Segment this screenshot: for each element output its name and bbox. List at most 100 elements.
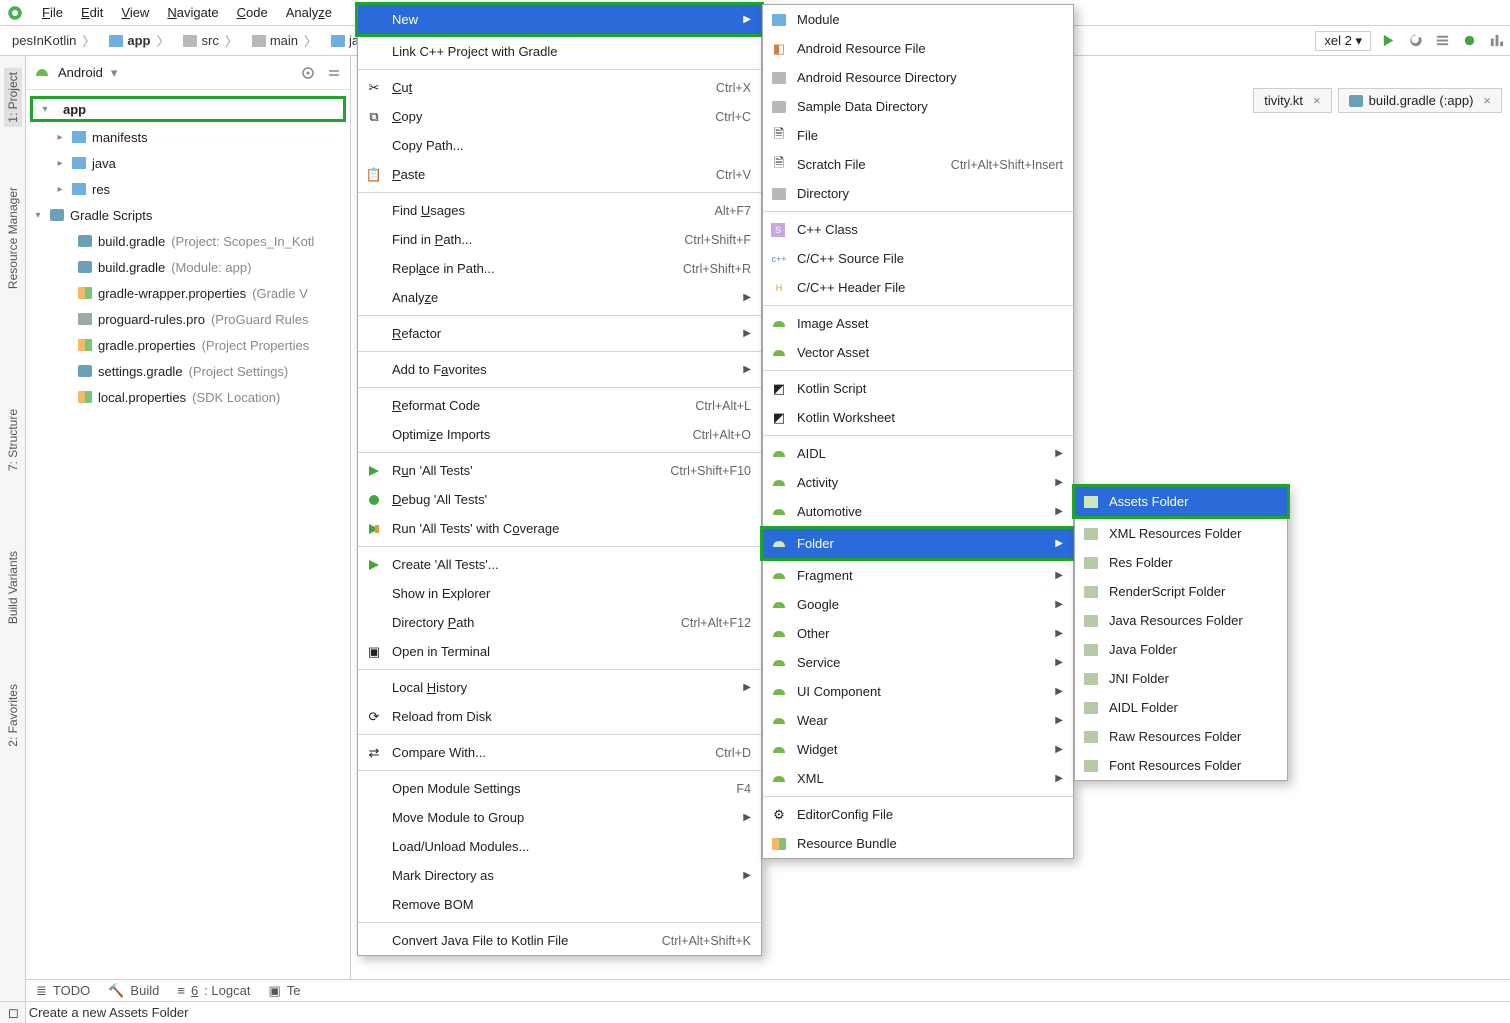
ctx-compare-with[interactable]: ⇄Compare With...Ctrl+D [358, 738, 761, 767]
ctx-local-history[interactable]: Local History▶ [358, 673, 761, 702]
new-editorconfig[interactable]: ⚙EditorConfig File [763, 800, 1073, 829]
new-file[interactable]: 🗎File [763, 121, 1073, 150]
menu-edit[interactable]: Edit [73, 2, 111, 23]
toolwindow-structure[interactable]: 7: Structure [6, 409, 20, 471]
new-cpp-class[interactable]: SC++ Class [763, 215, 1073, 244]
new-resource-bundle[interactable]: Resource Bundle [763, 829, 1073, 858]
tree-node-build-gradle-module[interactable]: build.gradle (Module: app) [26, 254, 350, 280]
project-view-mode[interactable]: Android [58, 65, 103, 80]
ctx-open-module-settings[interactable]: Open Module SettingsF4 [358, 774, 761, 803]
ctx-analyze[interactable]: Analyze▶ [358, 283, 761, 312]
chevron-down-icon[interactable]: ▾ [111, 65, 118, 81]
device-selector[interactable]: xel 2 ▾ [1315, 31, 1371, 51]
toolwindow-build-variants[interactable]: Build Variants [6, 551, 20, 624]
folder-jni[interactable]: JNI Folder [1075, 664, 1287, 693]
tree-node-res[interactable]: ▸res [26, 176, 350, 202]
ctx-cut[interactable]: ✂CutCtrl+X [358, 73, 761, 102]
tree-node-manifests[interactable]: ▸manifests [26, 124, 350, 150]
ctx-run-coverage[interactable]: Run 'All Tests' with Coverage [358, 514, 761, 543]
toolwindow-resource-manager[interactable]: Resource Manager [6, 187, 20, 289]
crumb-main[interactable]: main〉 [246, 31, 325, 50]
ctx-show-explorer[interactable]: Show in Explorer [358, 579, 761, 608]
ctx-copy[interactable]: ⧉CopyCtrl+C [358, 102, 761, 131]
folder-renderscript[interactable]: RenderScript Folder [1075, 577, 1287, 606]
new-ui-component[interactable]: UI Component▶ [763, 677, 1073, 706]
locate-icon[interactable] [300, 65, 316, 81]
tree-node-gradle-properties[interactable]: gradle.properties (Project Properties [26, 332, 350, 358]
ctx-mark-directory[interactable]: Mark Directory as▶ [358, 861, 761, 890]
menu-code[interactable]: Code [229, 2, 276, 23]
folder-java-resources[interactable]: Java Resources Folder [1075, 606, 1287, 635]
attach-debugger-icon[interactable] [1435, 33, 1450, 48]
editor-tab-gradle[interactable]: build.gradle (:app)× [1338, 88, 1502, 113]
ctx-paste[interactable]: 📋PasteCtrl+V [358, 160, 761, 189]
new-kotlin-worksheet[interactable]: ◩Kotlin Worksheet [763, 403, 1073, 432]
new-aidl[interactable]: AIDL▶ [763, 439, 1073, 468]
new-fragment[interactable]: Fragment▶ [763, 561, 1073, 590]
tree-node-local-properties[interactable]: local.properties (SDK Location) [26, 384, 350, 410]
chevron-down-icon[interactable]: ▾ [39, 104, 51, 115]
run-icon[interactable] [1381, 33, 1396, 48]
tree-node-java[interactable]: ▸java [26, 150, 350, 176]
ctx-run[interactable]: Run 'All Tests'Ctrl+Shift+F10 [358, 456, 761, 485]
new-xml[interactable]: XML▶ [763, 764, 1073, 793]
toolwindow-terminal[interactable]: ▣ Te [268, 983, 300, 999]
ctx-add-favorites[interactable]: Add to Favorites▶ [358, 355, 761, 384]
new-android-resource-file[interactable]: ◧Android Resource File [763, 34, 1073, 63]
new-service[interactable]: Service▶ [763, 648, 1073, 677]
ctx-refactor[interactable]: Refactor▶ [358, 319, 761, 348]
tree-node-gradle-wrapper[interactable]: gradle-wrapper.properties (Gradle V [26, 280, 350, 306]
ctx-move-module-group[interactable]: Move Module to Group▶ [358, 803, 761, 832]
new-module[interactable]: Module [763, 5, 1073, 34]
ctx-find-in-path[interactable]: Find in Path...Ctrl+Shift+F [358, 225, 761, 254]
ctx-directory-path[interactable]: Directory PathCtrl+Alt+F12 [358, 608, 761, 637]
new-folder[interactable]: Folder▶ [763, 529, 1073, 558]
ctx-optimize-imports[interactable]: Optimize ImportsCtrl+Alt+O [358, 420, 761, 449]
folder-xml-resources[interactable]: XML Resources Folder [1075, 519, 1287, 548]
chevron-right-icon[interactable]: ▸ [54, 132, 66, 143]
ctx-copy-path[interactable]: Copy Path... [358, 131, 761, 160]
ctx-convert-to-kotlin[interactable]: Convert Java File to Kotlin FileCtrl+Alt… [358, 926, 761, 955]
ctx-open-terminal[interactable]: ▣Open in Terminal [358, 637, 761, 666]
new-cpp-source[interactable]: c++C/C++ Source File [763, 244, 1073, 273]
toolwindow-logcat[interactable]: ≡ 6: 6: LogcatLogcat [177, 983, 250, 998]
ctx-reformat[interactable]: Reformat CodeCtrl+Alt+L [358, 391, 761, 420]
menu-navigate[interactable]: Navigate [159, 2, 226, 23]
menu-file[interactable]: FFileile [34, 2, 71, 23]
tree-node-proguard[interactable]: proguard-rules.pro (ProGuard Rules [26, 306, 350, 332]
new-directory[interactable]: Directory [763, 179, 1073, 208]
new-image-asset[interactable]: Image Asset [763, 309, 1073, 338]
toolwindow-project[interactable]: 1: Project [4, 68, 22, 127]
crumb-app[interactable]: app〉 [103, 31, 177, 50]
new-android-resource-directory[interactable]: Android Resource Directory [763, 63, 1073, 92]
ctx-link-cpp[interactable]: Link C++ Project with Gradle [358, 37, 761, 66]
ctx-replace-in-path[interactable]: Replace in Path...Ctrl+Shift+R [358, 254, 761, 283]
ctx-load-unload-modules[interactable]: Load/Unload Modules... [358, 832, 761, 861]
editor-tab-activity[interactable]: tivity.kt× [1253, 88, 1331, 113]
close-icon[interactable]: × [1483, 93, 1491, 108]
new-sample-data-directory[interactable]: Sample Data Directory [763, 92, 1073, 121]
new-google[interactable]: Google▶ [763, 590, 1073, 619]
new-automotive[interactable]: Automotive▶ [763, 497, 1073, 526]
new-widget[interactable]: Widget▶ [763, 735, 1073, 764]
collapse-all-icon[interactable] [326, 65, 342, 81]
folder-font-resources[interactable]: Font Resources Folder [1075, 751, 1287, 780]
toolwindow-todo[interactable]: ≣ TODO [36, 983, 90, 999]
tree-node-settings-gradle[interactable]: settings.gradle (Project Settings) [26, 358, 350, 384]
ctx-find-usages[interactable]: Find UsagesAlt+F7 [358, 196, 761, 225]
folder-assets[interactable]: Assets Folder [1075, 487, 1287, 516]
new-kotlin-script[interactable]: ◩Kotlin Script [763, 374, 1073, 403]
toolwindow-favorites[interactable]: 2: Favorites [6, 684, 20, 747]
menu-view[interactable]: View [113, 2, 157, 23]
ctx-create-tests[interactable]: Create 'All Tests'... [358, 550, 761, 579]
folder-aidl[interactable]: AIDL Folder [1075, 693, 1287, 722]
folder-raw-resources[interactable]: Raw Resources Folder [1075, 722, 1287, 751]
debug-icon[interactable] [1462, 33, 1477, 48]
close-icon[interactable]: × [1313, 93, 1321, 108]
profiler-icon[interactable] [1489, 33, 1504, 48]
tree-node-gradle-scripts[interactable]: ▾Gradle Scripts [26, 202, 350, 228]
folder-java[interactable]: Java Folder [1075, 635, 1287, 664]
new-activity[interactable]: Activity▶ [763, 468, 1073, 497]
ctx-reload-disk[interactable]: ⟳Reload from Disk [358, 702, 761, 731]
crumb-src[interactable]: src〉 [177, 31, 245, 50]
